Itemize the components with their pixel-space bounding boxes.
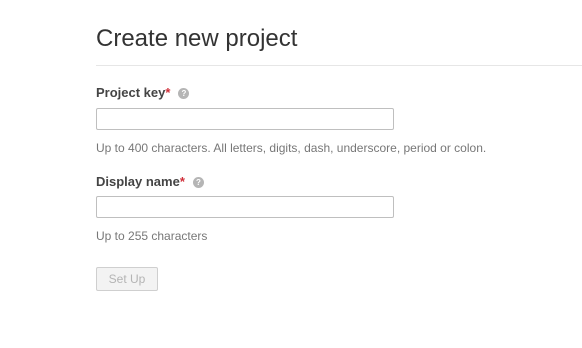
display-name-label: Display name * ? <box>96 174 204 190</box>
project-key-input[interactable] <box>96 108 394 130</box>
set-up-button[interactable]: Set Up <box>96 267 158 291</box>
project-key-hint: Up to 400 characters. All letters, digit… <box>96 141 487 155</box>
title-divider <box>96 65 582 66</box>
help-icon[interactable]: ? <box>192 176 204 188</box>
display-name-input[interactable] <box>96 196 394 218</box>
page-title: Create new project <box>96 25 298 52</box>
display-name-hint: Up to 255 characters <box>96 229 208 243</box>
project-key-label: Project key * ? <box>96 85 190 101</box>
create-project-page: Create new project Project key * ? Up to … <box>0 0 582 348</box>
project-key-label-text: Project key <box>96 85 166 100</box>
required-marker: * <box>179 174 185 189</box>
required-marker: * <box>165 85 171 100</box>
display-name-label-text: Display name <box>96 174 180 189</box>
help-icon[interactable]: ? <box>178 87 190 99</box>
